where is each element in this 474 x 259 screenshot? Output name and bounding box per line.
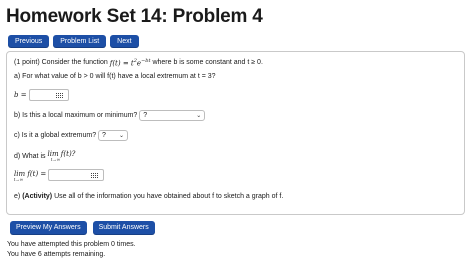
part-c-question: c) Is it a global extremum? [14, 132, 97, 139]
problem-panel: (1 point) Consider the function f(t) = t… [6, 51, 465, 215]
chevron-down-icon: ⌄ [119, 133, 125, 139]
limit-label-subscript: t→∞ [14, 177, 23, 182]
part-c-row: c) Is it a global extremum? ? ⌄ [14, 130, 129, 141]
chevron-down-icon: ⌄ [196, 113, 202, 119]
part-b-question: b) Is this a local maximum or minimum? [14, 112, 138, 119]
attempts-made-text: You have attempted this problem 0 times. [7, 241, 136, 248]
b-label: b = [14, 91, 27, 99]
function-formula: f(t) = t2e−bt [109, 58, 151, 68]
part-d-row: d) What is lim f(t)? t→∞ [14, 151, 75, 163]
max-min-select[interactable]: ? ⌄ [139, 110, 206, 121]
global-extremum-select[interactable]: ? ⌄ [98, 130, 129, 141]
problem-list-button[interactable]: Problem List [53, 35, 107, 48]
equation-editor-icon[interactable] [55, 93, 64, 99]
global-extremum-select-value: ? [102, 132, 106, 139]
attempts-remaining-text: You have 6 attempts remaining. [7, 251, 106, 258]
part-b-row: b) Is this a local maximum or minimum? ?… [14, 110, 206, 121]
part-d-question: d) What is [14, 153, 46, 161]
problem-intro: (1 point) Consider the function f(t) = t… [14, 58, 263, 67]
previous-button[interactable]: Previous [8, 35, 50, 48]
submit-answers-button[interactable]: Submit Answers [92, 221, 155, 235]
intro-text: (1 point) Consider the function [14, 59, 108, 67]
max-min-select-value: ? [143, 112, 148, 119]
equation-editor-icon[interactable] [91, 172, 100, 179]
b-answer-row: b = [14, 89, 69, 101]
preview-answers-button[interactable]: Preview My Answers [10, 221, 87, 235]
part-e-text: Use all of the information you have obta… [54, 193, 284, 200]
answer-actions: Preview My Answers Submit Answers [10, 221, 155, 235]
limit-expression: lim f(t)? t→∞ [47, 151, 75, 163]
b-answer-input[interactable] [28, 89, 69, 101]
limit-answer-row: lim f(t) = t→∞ [14, 168, 105, 183]
part-e-label: e) [14, 193, 21, 200]
part-e-row: e) (Activity) Use all of the information… [14, 193, 283, 200]
page-title: Homework Set 14: Problem 4 [6, 6, 263, 27]
limit-answer-input[interactable] [48, 168, 105, 181]
part-a-question: a) For what value of b > 0 will f(t) hav… [14, 73, 216, 80]
next-button[interactable]: Next [110, 35, 139, 48]
problem-navigation: Previous Problem List Next [8, 35, 139, 48]
part-e-activity: (Activity) [22, 193, 53, 200]
limit-label: lim f(t) = t→∞ [14, 171, 46, 183]
limit-subscript: t→∞ [50, 157, 60, 162]
intro-condition: where b is some constant and t ≥ 0. [152, 59, 263, 67]
